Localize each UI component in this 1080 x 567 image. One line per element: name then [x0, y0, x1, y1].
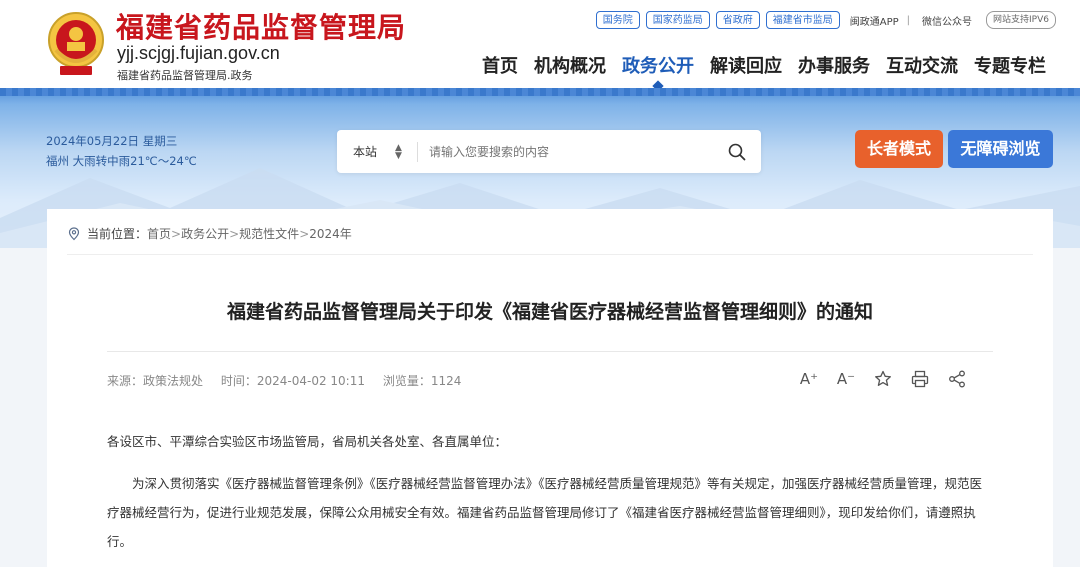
- search-divider: [417, 142, 418, 162]
- print-icon[interactable]: [910, 369, 930, 389]
- article-tools: A⁺ A⁻: [799, 369, 967, 389]
- article-source: 来源：政策法规处: [107, 374, 204, 388]
- breadcrumb-gov-affairs[interactable]: 政务公开: [181, 225, 229, 242]
- breadcrumb-sep: >: [171, 226, 182, 241]
- breadcrumb-divider: [67, 254, 1033, 255]
- link-app[interactable]: 闽政通APP: [850, 13, 899, 28]
- breadcrumb: 当前位置： 首页 > 政务公开 > 规范性文件 > 2024年: [67, 225, 352, 242]
- star-icon[interactable]: [873, 369, 893, 389]
- nav-topics[interactable]: 专题专栏: [966, 52, 1054, 78]
- breadcrumb-normative-docs[interactable]: 规范性文件: [239, 225, 299, 242]
- search-box: 本站 ▲ ▼: [337, 130, 761, 173]
- site-title[interactable]: 福建省药品监督管理局: [116, 6, 406, 46]
- nav-home[interactable]: 首页: [474, 52, 526, 78]
- share-icon[interactable]: [947, 369, 967, 389]
- search-icon[interactable]: [727, 142, 747, 162]
- link-wechat[interactable]: 微信公众号: [922, 13, 972, 28]
- site-subtitle: 福建省药品监督管理局.政务: [117, 69, 253, 82]
- breadcrumb-year[interactable]: 2024年: [309, 225, 352, 242]
- nav-gov-affairs[interactable]: 政务公开: [614, 52, 702, 78]
- article-views: 浏览量：1124: [382, 374, 462, 388]
- link-province-gov[interactable]: 省政府: [715, 11, 760, 29]
- nav-about[interactable]: 机构概况: [526, 52, 614, 78]
- nav-interpretation[interactable]: 解读回应: [702, 52, 790, 78]
- article-meta: 来源：政策法规处 时间：2024-04-02 10:11 浏览量：1124: [107, 372, 475, 389]
- main-nav: 首页 机构概况 政务公开 解读回应 办事服务 互动交流 专题专栏: [474, 52, 1054, 78]
- breadcrumb-sep: >: [299, 226, 310, 241]
- search-scope-select[interactable]: 本站: [353, 143, 377, 160]
- breadcrumb-sep: >: [229, 226, 240, 241]
- article-time: 时间：2024-04-02 10:11: [220, 374, 365, 388]
- site-domain: yjj.scjgj.fujian.gov.cn: [117, 43, 280, 63]
- date-text: 2024年05月22日 星期三: [46, 134, 178, 148]
- top-divider: |: [906, 14, 911, 26]
- link-guowuyuan[interactable]: 国务院: [595, 11, 640, 29]
- nav-interaction[interactable]: 互动交流: [878, 52, 966, 78]
- national-emblem-logo: [48, 12, 104, 75]
- breadcrumb-home[interactable]: 首页: [147, 225, 171, 242]
- banner-stripe: [0, 88, 1080, 96]
- top-links: 国务院 国家药监局 省政府 福建省市监局 闽政通APP | 微信公众号 网站支持…: [595, 11, 1056, 29]
- nav-services[interactable]: 办事服务: [790, 52, 878, 78]
- article-salutation: 各设区市、平潭综合实验区市场监管局，省局机关各处室、各直属单位：: [107, 434, 508, 449]
- title-divider: [107, 351, 993, 352]
- scope-arrow-icon[interactable]: ▲ ▼: [395, 144, 402, 161]
- link-nmpa[interactable]: 国家药监局: [645, 11, 710, 29]
- font-increase-button[interactable]: A⁺: [799, 369, 819, 389]
- search-input[interactable]: [429, 140, 709, 164]
- accessibility-button[interactable]: 无障碍浏览: [948, 130, 1053, 168]
- article-body: 为深入贯彻落实《医疗器械监督管理条例》《医疗器械经营监督管理办法》《医疗器械经营…: [107, 476, 983, 549]
- elder-mode-button[interactable]: 长者模式: [855, 130, 943, 168]
- weather-text: 福州 大雨转中雨21℃～24℃: [46, 154, 197, 168]
- ipv6-badge: 网站支持IPV6: [986, 11, 1056, 29]
- article-card: 当前位置： 首页 > 政务公开 > 规范性文件 > 2024年 福建省药品监督管…: [47, 209, 1053, 567]
- article-title: 福建省药品监督管理局关于印发《福建省医疗器械经营监督管理细则》的通知: [226, 301, 873, 323]
- link-fujian-amr[interactable]: 福建省市监局: [765, 11, 840, 29]
- breadcrumb-label: 当前位置：: [87, 227, 148, 241]
- font-decrease-button[interactable]: A⁻: [836, 369, 856, 389]
- site-header: 福建省药品监督管理局 yjj.scjgj.fujian.gov.cn 福建省药品…: [0, 0, 1080, 88]
- location-pin-icon: [68, 226, 80, 240]
